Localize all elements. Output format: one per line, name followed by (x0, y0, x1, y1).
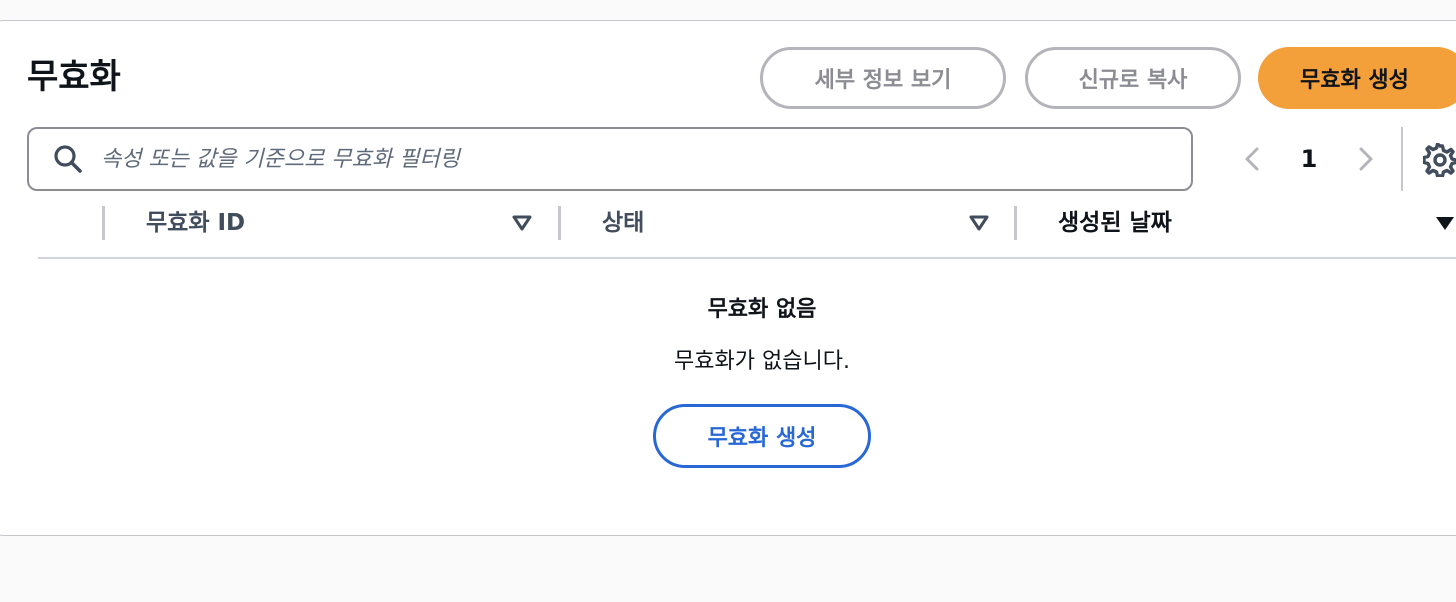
search-icon (54, 145, 82, 173)
column-header-created-date[interactable]: 생성된 날짜 (1058, 206, 1172, 240)
page-number[interactable]: 1 (1295, 139, 1323, 179)
sort-icon[interactable] (968, 214, 990, 232)
pagination-divider (1401, 127, 1403, 191)
page-title: 무효화 (27, 57, 121, 97)
chevron-right-icon[interactable] (1347, 139, 1383, 179)
sort-icon[interactable] (511, 214, 533, 232)
column-divider[interactable] (558, 206, 561, 240)
column-header-status[interactable]: 상태 (602, 206, 644, 240)
column-divider[interactable] (102, 206, 105, 240)
column-header-invalidation-id[interactable]: 무효화 ID (146, 206, 245, 240)
view-details-button[interactable]: 세부 정보 보기 (760, 47, 1006, 109)
sort-descending-icon[interactable] (1434, 214, 1456, 232)
copy-new-button[interactable]: 신규로 복사 (1025, 47, 1241, 109)
column-divider[interactable] (1014, 206, 1017, 240)
empty-state-description: 무효화가 없습니다. (674, 349, 850, 374)
empty-state-title: 무효화 없음 (707, 297, 817, 322)
filter-search-box[interactable] (27, 127, 1193, 191)
empty-state-create-button[interactable]: 무효화 생성 (653, 404, 871, 468)
create-invalidation-button[interactable]: 무효화 생성 (1258, 47, 1456, 109)
chevron-left-icon[interactable] (1235, 139, 1271, 179)
table-header-divider (38, 257, 1456, 259)
gear-icon[interactable] (1423, 143, 1456, 177)
filter-input[interactable] (101, 139, 1151, 179)
